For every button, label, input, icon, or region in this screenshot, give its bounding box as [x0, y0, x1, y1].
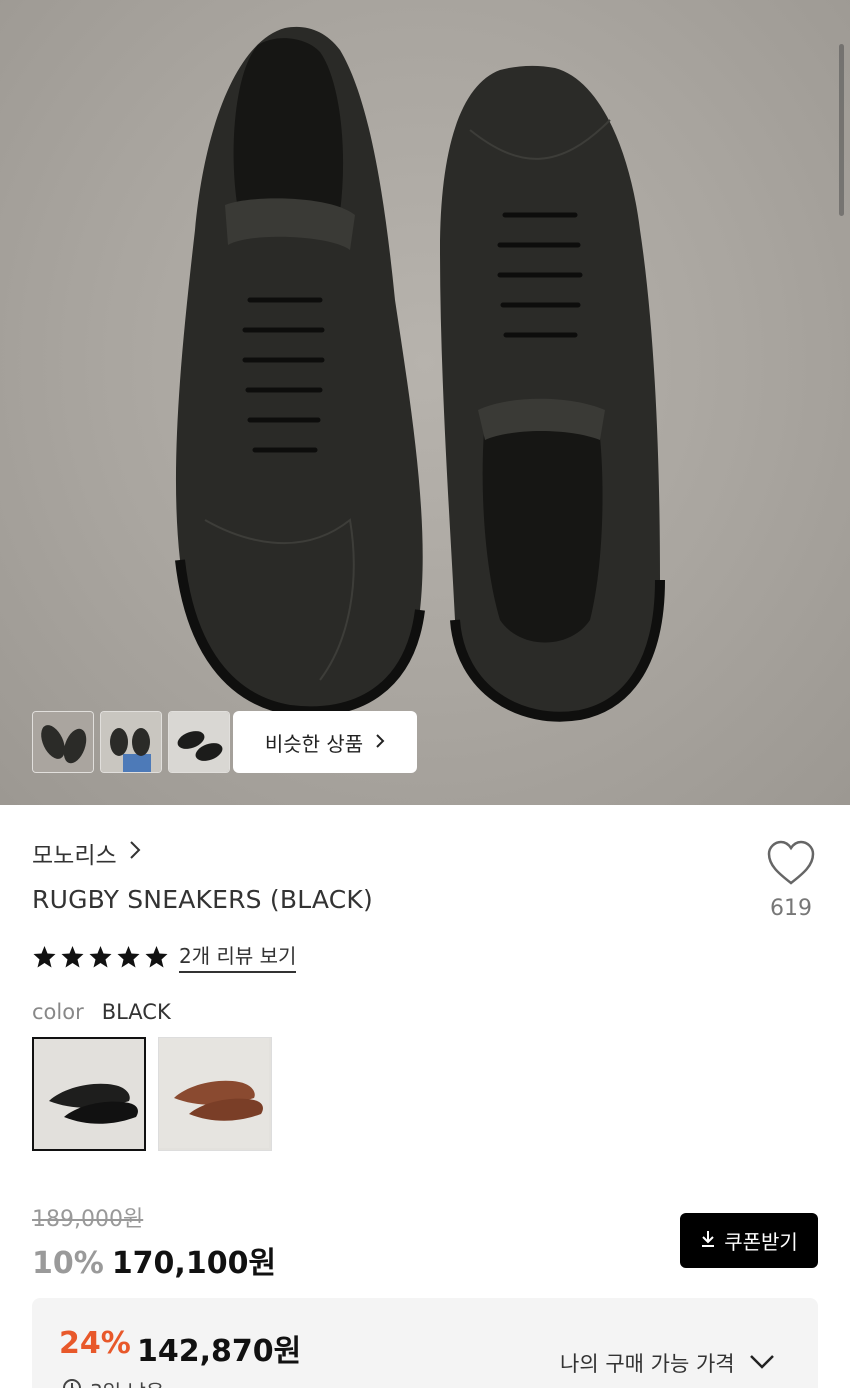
- scrollbar[interactable]: [839, 44, 844, 216]
- like-count: 619: [770, 896, 812, 921]
- my-price-label: 나의 구매 가능 가격: [560, 1352, 735, 1376]
- original-price: 189,000원: [32, 1207, 144, 1232]
- brand-name: 모노리스: [32, 843, 117, 869]
- thumbnail-1[interactable]: [32, 711, 94, 773]
- similar-products-label: 비슷한 상품: [264, 731, 364, 756]
- shoes-photo: [175, 26, 665, 722]
- like-button[interactable]: 619: [760, 840, 822, 921]
- remaining-text: 3일 남음: [90, 1376, 164, 1388]
- brand-link[interactable]: 모노리스: [32, 836, 141, 870]
- product-title: RUGBY SNEAKERS (BLACK): [32, 885, 373, 914]
- swatch-black[interactable]: [32, 1037, 146, 1151]
- star-icon: [61, 945, 84, 967]
- remaining-days: 3일 남음: [62, 1376, 164, 1388]
- chevron-down-icon: [749, 1351, 775, 1375]
- color-selector-label: color BLACK: [32, 1000, 171, 1024]
- rating-stars: [32, 945, 169, 969]
- download-icon: [700, 1229, 716, 1253]
- rating-row: 2개 리뷰 보기: [32, 940, 297, 973]
- star-icon: [89, 945, 112, 967]
- heart-icon: [766, 840, 816, 890]
- color-value: BLACK: [101, 1000, 171, 1024]
- my-price-toggle[interactable]: 나의 구매 가능 가격: [560, 1348, 775, 1378]
- sale-price: 170,100원: [111, 1246, 277, 1281]
- price-row: 10% 170,100원: [32, 1238, 276, 1282]
- thumbnail-3[interactable]: [168, 711, 230, 773]
- color-swatches: [32, 1037, 272, 1151]
- star-icon: [117, 945, 140, 967]
- star-icon: [145, 945, 168, 967]
- my-price: 142,870원: [137, 1334, 302, 1369]
- chevron-right-icon: [375, 730, 385, 754]
- my-discount-rate: 24%: [59, 1326, 131, 1361]
- review-link[interactable]: 2개 리뷰 보기: [179, 940, 297, 973]
- image-thumbnails: [32, 711, 230, 773]
- star-icon: [33, 945, 56, 967]
- my-price-box[interactable]: 24% 142,870원 나의 구매 가능 가격 3일 남음: [32, 1298, 818, 1388]
- chevron-right-icon: [129, 840, 141, 866]
- thumbnail-2[interactable]: [100, 711, 162, 773]
- clock-icon: [62, 1378, 82, 1388]
- coupon-button[interactable]: 쿠폰받기: [680, 1213, 818, 1268]
- discount-rate: 10%: [32, 1246, 104, 1281]
- coupon-label: 쿠폰받기: [724, 1230, 798, 1254]
- swatch-brown[interactable]: [158, 1037, 272, 1151]
- color-label: color: [32, 1000, 84, 1024]
- product-main-image[interactable]: 비슷한 상품: [0, 0, 850, 805]
- similar-products-button[interactable]: 비슷한 상품: [233, 711, 417, 773]
